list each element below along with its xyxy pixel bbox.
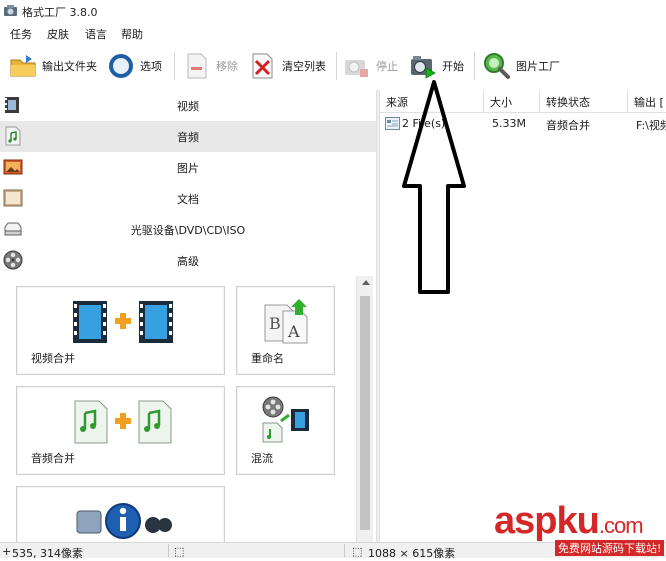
- rename-tile[interactable]: B A 重命名: [236, 286, 335, 375]
- category-label: 图片: [177, 162, 199, 175]
- mux-icon: [262, 396, 309, 443]
- menu-tasks[interactable]: 任务: [10, 26, 32, 42]
- format-factory-app-icon: [4, 5, 17, 16]
- stop-label: 停止: [376, 60, 398, 73]
- category-label: 高级: [177, 255, 199, 268]
- task-size: 5.33M: [492, 117, 526, 130]
- cursor-position: 535, 314像素: [12, 547, 83, 560]
- task-status: 音频合并: [546, 119, 590, 132]
- magnifier-icon: [484, 53, 510, 79]
- options-button[interactable]: 选项: [106, 50, 162, 82]
- video-merge-tile[interactable]: 视频合并: [16, 286, 225, 375]
- category-document[interactable]: 文档: [0, 183, 376, 214]
- tool-label: 混流: [251, 452, 273, 465]
- media-info-icon: [76, 503, 172, 539]
- column-header-output[interactable]: 输出 [: [628, 90, 666, 112]
- category-label: 音频: [177, 131, 199, 144]
- function-panel: 视频 音频 图片 文档 光驱设备\DVD\CD\ISO 高级 视频合并 B A …: [0, 90, 376, 542]
- scroll-up-arrow-icon[interactable]: [362, 280, 370, 285]
- rename-icon: B A: [264, 299, 308, 344]
- toolbar: 输出文件夹 选项 移除 清空列表 停止 开始 图片工厂: [0, 44, 666, 90]
- remove-button[interactable]: 移除: [182, 50, 238, 82]
- category-label: 文档: [177, 193, 199, 206]
- title-bar: 格式工厂 3.8.0: [0, 0, 666, 22]
- remove-document-icon: [187, 53, 207, 79]
- clear-list-label: 清空列表: [282, 60, 326, 73]
- task-file-icon: [385, 117, 400, 130]
- mux-tile[interactable]: 混流: [236, 386, 335, 475]
- clear-list-icon: [252, 53, 273, 79]
- output-folder-button[interactable]: 输出文件夹: [8, 50, 97, 82]
- media-info-tile[interactable]: [16, 486, 225, 542]
- status-separator: [168, 544, 169, 557]
- window-title: 格式工厂 3.8.0: [22, 6, 98, 19]
- image-size: 1088 × 615像素: [368, 547, 456, 560]
- menu-bar: 任务 皮肤 语言 帮助: [0, 22, 666, 44]
- start-label: 开始: [442, 60, 464, 73]
- tool-label: 重命名: [251, 352, 284, 365]
- picture-factory-label: 图片工厂: [516, 60, 560, 73]
- scrollbar-thumb[interactable]: [360, 296, 370, 530]
- watermark-logo: aspku.com: [494, 500, 644, 542]
- annotation-arrow: [402, 80, 466, 294]
- folder-icon: [10, 55, 36, 77]
- stop-button[interactable]: 停止: [342, 50, 398, 82]
- category-advanced[interactable]: 高级: [0, 245, 376, 276]
- toolbar-separator: [474, 52, 475, 80]
- image-size-icon: ⬚: [352, 545, 363, 558]
- category-label: 光驱设备\DVD\CD\ISO: [130, 224, 246, 237]
- svg-text:B: B: [269, 314, 281, 333]
- picture-factory-button[interactable]: 图片工厂: [482, 50, 560, 82]
- stop-camera-icon: [345, 60, 368, 77]
- tool-label: 音频合并: [31, 452, 75, 465]
- selection-frame-icon: ⬚: [174, 545, 185, 558]
- category-picture[interactable]: 图片: [0, 152, 376, 183]
- category-label: 视频: [177, 100, 199, 113]
- video-merge-icon: [73, 301, 173, 343]
- tool-grid: 视频合并 B A 重命名 音频合并 混流: [0, 276, 356, 542]
- tool-grid-scrollbar[interactable]: [356, 276, 373, 542]
- toolbar-separator: [336, 52, 337, 80]
- column-header-size[interactable]: 大小: [484, 90, 540, 112]
- site-watermark: aspku.com: [494, 500, 644, 543]
- status-separator: [344, 544, 345, 557]
- audio-merge-icon: [74, 400, 172, 444]
- watermark-tagline: 免费网站源码下载站!: [555, 540, 665, 556]
- task-output: F:\视频: [636, 119, 666, 132]
- menu-skin[interactable]: 皮肤: [47, 26, 69, 42]
- format-factory-window: 格式工厂 3.8.0 任务 皮肤 语言 帮助 输出文件夹 选项 移除 清空列表 …: [0, 0, 666, 560]
- audio-merge-tile[interactable]: 音频合并: [16, 386, 225, 475]
- options-gear-icon: [109, 54, 133, 78]
- svg-text:A: A: [287, 322, 300, 341]
- output-folder-label: 输出文件夹: [42, 60, 97, 73]
- options-label: 选项: [140, 60, 162, 73]
- tool-label: 视频合并: [31, 352, 75, 365]
- menu-language[interactable]: 语言: [85, 26, 107, 42]
- cursor-crosshair-icon: +: [2, 545, 12, 558]
- category-optical-drive[interactable]: 光驱设备\DVD\CD\ISO: [0, 214, 376, 245]
- clear-list-button[interactable]: 清空列表: [248, 50, 326, 82]
- column-header-status[interactable]: 转换状态: [540, 90, 628, 112]
- category-audio[interactable]: 音频: [0, 121, 376, 152]
- toolbar-separator: [174, 52, 175, 80]
- menu-help[interactable]: 帮助: [121, 26, 143, 42]
- category-video[interactable]: 视频: [0, 90, 376, 121]
- remove-label: 移除: [216, 60, 238, 73]
